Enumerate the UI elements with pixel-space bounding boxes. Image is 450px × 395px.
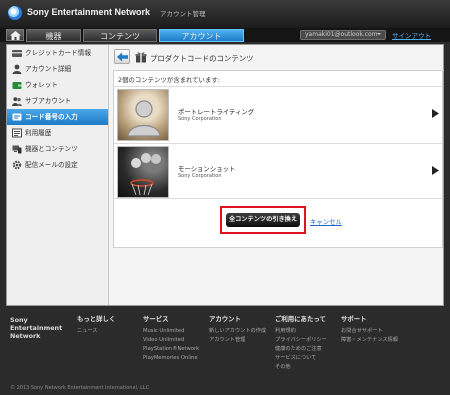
redeem-all-button[interactable]: 全コンテンツの引き換え <box>226 213 300 227</box>
highlight-box: 全コンテンツの引き換え <box>220 206 306 234</box>
sidebar-item-label: 配信メールの設定 <box>25 161 78 169</box>
signout-link[interactable]: サインアウト <box>392 30 431 40</box>
gift-icon <box>135 52 147 63</box>
portrait-icon <box>127 100 161 137</box>
sidebar-item-label: コード番号の入力 <box>25 113 78 121</box>
footer-link[interactable]: Music Unlimited <box>143 327 199 336</box>
sidebar-item-mail-settings[interactable]: 配信メールの設定 <box>7 157 108 173</box>
cancel-link[interactable]: キャンセル <box>310 217 342 226</box>
footer: Sony Entertainment Network もっと詳しく ニュース サ… <box>0 308 450 395</box>
wallet-icon <box>12 82 22 89</box>
sidebar-item-enter-code[interactable]: コード番号の入力 <box>7 109 108 125</box>
sidebar-item-label: 利用履歴 <box>25 129 52 137</box>
motion-shot-icon <box>130 153 161 196</box>
footer-link[interactable]: アカウント管理 <box>209 336 266 345</box>
item-name: ポートレートライティング <box>178 108 255 116</box>
list-item[interactable]: モーションショット Sony Corporation <box>114 143 442 199</box>
home-button[interactable] <box>6 29 24 41</box>
tab-account[interactable]: アカウント <box>159 29 244 42</box>
footer-link[interactable]: ニュース <box>77 327 115 336</box>
list-item[interactable]: ポートレートライティング Sony Corporation <box>114 86 442 142</box>
footer-column-account: アカウント 新しいアカウントの作成 アカウント管理 <box>209 314 266 345</box>
list-heading: 2個のコンテンツが含まれています: <box>118 76 220 84</box>
footer-heading: アカウント <box>209 315 241 323</box>
sidebar: クレジットカード情報 アカウント詳細 ウォレット サブアカウント コード番号の入… <box>7 45 109 305</box>
back-button[interactable] <box>114 49 130 64</box>
main-panel: クレジットカード情報 アカウント詳細 ウォレット サブアカウント コード番号の入… <box>6 44 444 306</box>
footer-brand: Sony Entertainment Network <box>10 316 63 340</box>
item-vendor: Sony Corporation <box>178 173 222 179</box>
tab-contents[interactable]: コンテンツ <box>83 29 157 42</box>
breadcrumb: プロダクトコードのコンテンツ <box>114 49 444 71</box>
page-title: プロダクトコードのコンテンツ <box>150 54 254 63</box>
footer-heading: サービス <box>143 315 169 323</box>
footer-link[interactable]: 新しいアカウントの作成 <box>209 327 266 336</box>
gear-icon <box>12 160 22 170</box>
copyright: © 2013 Sony Network Entertainment Intern… <box>10 385 150 391</box>
sidebar-item-sub-accounts[interactable]: サブアカウント <box>7 93 108 109</box>
key-icon <box>12 113 22 121</box>
list-icon <box>12 128 22 138</box>
footer-link[interactable]: その他 <box>275 363 327 372</box>
sidebar-item-label: アカウント詳細 <box>25 65 72 73</box>
sidebar-item-account-details[interactable]: アカウント詳細 <box>7 61 108 77</box>
sidebar-item-label: クレジットカード情報 <box>25 49 91 57</box>
content-thumbnail <box>117 146 169 198</box>
footer-heading: サポート <box>341 315 367 323</box>
footer-link[interactable]: サービスについて <box>275 354 327 363</box>
sidebar-item-label: サブアカウント <box>25 97 72 105</box>
footer-link[interactable]: PlayStation®Network <box>143 345 199 354</box>
footer-heading: ご利用にあたって <box>275 315 326 323</box>
footer-link[interactable]: 障害・メンテナンス情報 <box>341 336 398 345</box>
item-name: モーションショット <box>178 165 236 173</box>
footer-column-support: サポート お問合せサポート 障害・メンテナンス情報 <box>341 314 398 345</box>
account-email-dropdown[interactable]: yamaki01@outlook.com <box>300 30 386 40</box>
sidebar-item-label: ウォレット <box>25 81 58 89</box>
footer-link[interactable]: プライバシーポリシー <box>275 336 327 345</box>
footer-link[interactable]: Video Unlimited <box>143 336 199 345</box>
footer-link[interactable]: 健康のためのご注意 <box>275 345 327 354</box>
footer-link[interactable]: 利用規約 <box>275 327 327 336</box>
sidebar-item-devices-contents[interactable]: 機器とコンテンツ <box>7 141 108 157</box>
devices-icon <box>12 145 22 154</box>
chevron-right-icon[interactable] <box>432 109 439 118</box>
brand-subtitle: アカウント管理 <box>160 10 206 18</box>
sidebar-item-wallet[interactable]: ウォレット <box>7 77 108 93</box>
brand-name: Sony Entertainment Network <box>27 7 151 17</box>
credit-card-icon <box>12 50 22 57</box>
sen-logo-icon <box>8 6 22 20</box>
content-area: プロダクトコードのコンテンツ 2個のコンテンツが含まれています: ポートレートラ… <box>110 45 444 305</box>
item-vendor: Sony Corporation <box>178 116 222 122</box>
footer-link[interactable]: お問合せサポート <box>341 327 398 336</box>
users-icon <box>12 97 22 106</box>
footer-column-more: もっと詳しく ニュース <box>77 314 115 336</box>
top-nav: 機器 コンテンツ アカウント yamaki01@outlook.com サインア… <box>0 28 450 42</box>
footer-heading: もっと詳しく <box>77 315 116 323</box>
sidebar-item-label: 機器とコンテンツ <box>25 145 78 153</box>
footer-column-usage: ご利用にあたって 利用規約 プライバシーポリシー 健康のためのご注意 サービスに… <box>275 314 327 372</box>
tab-devices[interactable]: 機器 <box>26 29 81 42</box>
footer-link[interactable]: PlayMemories Online <box>143 354 199 363</box>
sidebar-item-history[interactable]: 利用履歴 <box>7 125 108 141</box>
sidebar-item-credit-card[interactable]: クレジットカード情報 <box>7 45 108 61</box>
user-icon <box>12 64 22 74</box>
footer-column-services: サービス Music Unlimited Video Unlimited Pla… <box>143 314 199 363</box>
back-arrow-icon <box>117 52 128 62</box>
home-icon <box>10 31 21 40</box>
chevron-right-icon[interactable] <box>432 166 439 175</box>
brand-bar: Sony Entertainment Network アカウント管理 <box>0 0 450 28</box>
content-thumbnail <box>117 89 169 141</box>
